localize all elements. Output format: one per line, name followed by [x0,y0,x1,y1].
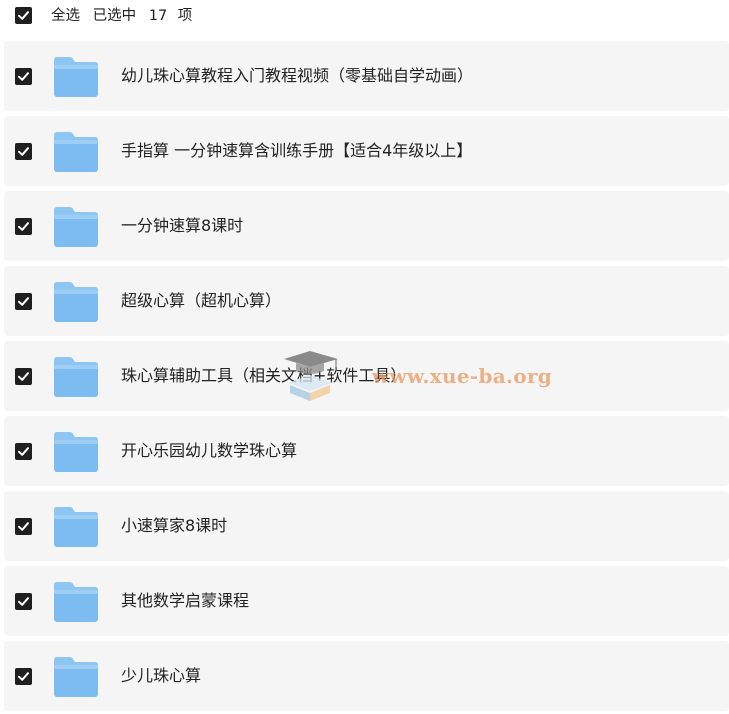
checkmark-icon [18,597,29,606]
folder-row[interactable]: 少儿珠心算 [4,641,729,711]
folder-name: 超级心算（超机心算） [121,291,282,310]
selected-prefix: 已选中 [92,8,137,24]
folder-row[interactable]: 开心乐园幼儿数学珠心算 [4,416,729,486]
folder-icon [52,56,100,98]
folder-name: 其他数学启蒙课程 [121,591,250,610]
folder-icon [52,206,100,248]
select-all-label[interactable]: 全选 [51,8,80,24]
row-checkbox[interactable] [15,293,32,310]
folder-row[interactable]: 其他数学启蒙课程 [4,566,729,636]
row-checkbox[interactable] [15,443,32,460]
selection-header: 全选 已选中 17 项 [0,0,729,34]
row-checkbox[interactable] [15,218,32,235]
folder-row[interactable]: 超级心算（超机心算） [4,266,729,336]
folder-name: 少儿珠心算 [121,666,202,685]
selected-count: 17 [148,8,168,24]
selection-summary: 全选 已选中 17 项 [51,7,200,25]
folder-row[interactable]: 一分钟速算8课时 [4,191,729,261]
checkmark-icon [18,147,29,156]
checkmark-icon [18,11,29,20]
folder-icon [52,506,100,548]
folder-row[interactable]: 小速算家8课时 [4,491,729,561]
row-checkbox[interactable] [15,518,32,535]
folder-icon [52,581,100,623]
row-checkbox[interactable] [15,143,32,160]
select-all-checkbox[interactable] [15,7,32,24]
file-selection-view: 全选 已选中 17 项 幼儿珠心算教程入门教程视频（零基础自学动画） 手指算 一分… [0,0,729,714]
folder-name: 一分钟速算8课时 [121,216,244,235]
row-checkbox[interactable] [15,368,32,385]
checkmark-icon [18,72,29,81]
checkmark-icon [18,447,29,456]
row-checkbox[interactable] [15,593,32,610]
folder-row[interactable]: 手指算 一分钟速算含训练手册【适合4年级以上】 [4,116,729,186]
folder-icon [52,281,100,323]
folder-row[interactable]: 幼儿珠心算教程入门教程视频（零基础自学动画） [4,41,729,111]
selected-suffix: 项 [177,8,193,24]
row-checkbox[interactable] [15,668,32,685]
folder-icon [52,431,100,473]
folder-icon [52,131,100,173]
checkmark-icon [18,222,29,231]
folder-name: 幼儿珠心算教程入门教程视频（零基础自学动画） [121,66,474,85]
checkmark-icon [18,522,29,531]
folder-name: 珠心算辅助工具（相关文档+软件工具） [121,366,407,385]
folder-name: 手指算 一分钟速算含训练手册【适合4年级以上】 [121,141,473,160]
folder-icon [52,356,100,398]
folder-name: 开心乐园幼儿数学珠心算 [121,441,298,460]
row-checkbox[interactable] [15,68,32,85]
folder-row[interactable]: 珠心算辅助工具（相关文档+软件工具） [4,341,729,411]
checkmark-icon [18,372,29,381]
folder-name: 小速算家8课时 [121,516,228,535]
folder-icon [52,656,100,698]
checkmark-icon [18,672,29,681]
checkmark-icon [18,297,29,306]
